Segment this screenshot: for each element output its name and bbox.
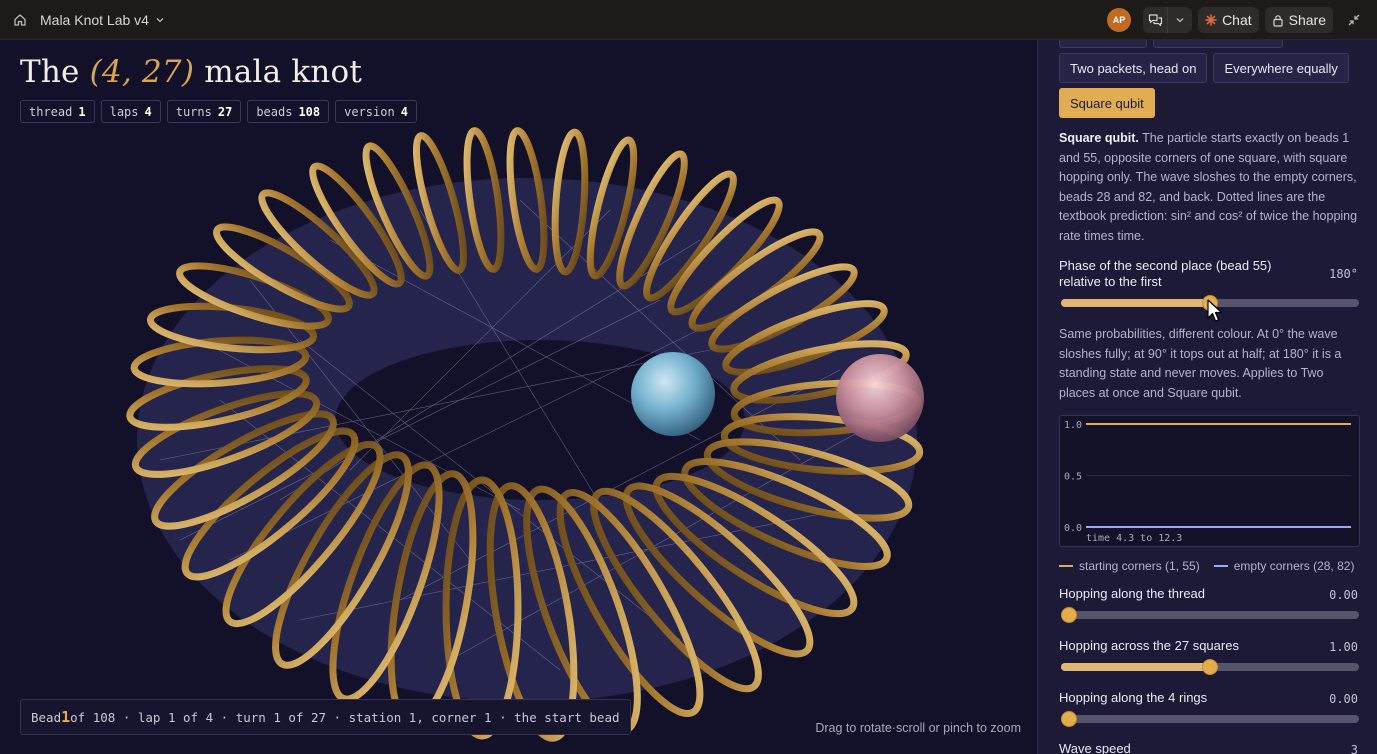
square-hopping-label: Hopping across the 27 squares <box>1059 638 1239 653</box>
thread-hopping-label: Hopping along the thread <box>1059 586 1206 601</box>
title-suffix: mala knot <box>204 54 362 90</box>
chart-y-tick-label: 0.0 <box>1064 523 1082 534</box>
avatar[interactable]: AP <box>1107 8 1132 32</box>
probability-chart-plot: 1.0 0.5 0.0 time 4.3 to 12.3 <box>1064 420 1351 544</box>
app-title: Mala Knot Lab v4 <box>40 11 149 28</box>
title-prefix: The <box>20 54 80 90</box>
status-prefix: Bead <box>31 709 62 725</box>
share-label: Share <box>1288 12 1326 28</box>
interaction-hint: Drag to rotate·scroll or pinch to zoom <box>815 721 1021 735</box>
ring-hopping-slider[interactable] <box>1061 711 1359 727</box>
mode-button-offscreen[interactable] <box>1153 40 1283 48</box>
lock-icon <box>1273 14 1283 27</box>
chart-legend: starting corners (1, 55) empty corners (… <box>1059 559 1354 573</box>
slider-fill <box>1061 299 1210 307</box>
chip-key: laps <box>109 104 139 119</box>
description-body: The particle starts exactly on beads 1 a… <box>1059 131 1358 243</box>
chart-y-tick-label: 1.0 <box>1064 420 1082 431</box>
chevron-down-icon[interactable] <box>1168 7 1192 33</box>
knot-3d-scene[interactable] <box>0 40 1037 754</box>
ring-hopping-label: Hopping along the 4 rings <box>1059 690 1208 705</box>
mode-button-offscreen[interactable] <box>1059 40 1147 48</box>
chip-value: 4 <box>144 104 152 119</box>
slider-fill <box>1061 663 1210 671</box>
chip-value: 27 <box>217 104 233 119</box>
slider-thumb[interactable] <box>1202 659 1218 675</box>
chart-y-tick-label: 0.5 <box>1064 472 1082 483</box>
mouse-cursor-icon <box>1207 299 1223 322</box>
conversations-menu[interactable] <box>1143 7 1193 33</box>
spark-icon <box>1205 14 1217 26</box>
title-params: (4, 27) <box>89 54 195 90</box>
legend-label: starting corners (1, 55) <box>1079 559 1200 573</box>
thread-hopping-value: 0.00 <box>1329 588 1358 602</box>
phase-slider-value: 180° <box>1329 267 1358 281</box>
chip-value: 1 <box>78 104 86 119</box>
parameter-chips: thread 1 laps 4 turns 27 beads 108 version 4 <box>20 100 417 123</box>
chip-key: version <box>344 104 395 119</box>
legend-swatch <box>1059 565 1073 567</box>
bead-1-marker[interactable] <box>631 352 715 436</box>
controls-panel[interactable]: Two packets, head on Everywhere equally … <box>1037 40 1377 754</box>
mode-button-everywhere-equally[interactable]: Everywhere equally <box>1213 53 1349 83</box>
phase-slider-label: Phase of the second place (bead 55) rela… <box>1059 258 1272 289</box>
probability-chart: 1.0 0.5 0.0 time 4.3 to 12.3 <box>1059 415 1360 547</box>
wave-speed-value: 3 <box>1350 743 1358 754</box>
chevron-down-icon <box>156 17 164 22</box>
mode-description: Square qubit. The particle starts exactl… <box>1059 129 1361 246</box>
bead-55-marker[interactable] <box>836 354 924 442</box>
mode-buttons-row: Two packets, head on Everywhere equally <box>1059 53 1349 83</box>
bead-status-bar: Bead 1 of 108 · lap 1 of 4 · turn 1 of 2… <box>20 699 631 735</box>
square-hopping-slider[interactable] <box>1061 659 1359 675</box>
collapse-icon[interactable] <box>1343 9 1365 31</box>
chip-beads: beads 108 <box>247 100 330 123</box>
chip-thread: thread 1 <box>20 100 95 123</box>
chip-key: beads <box>256 104 293 119</box>
description-title: Square qubit. <box>1059 131 1139 145</box>
phase-note: Same probabilities, different colour. At… <box>1059 327 1342 400</box>
slider-thumb[interactable] <box>1061 607 1077 623</box>
chat-label: Chat <box>1222 12 1252 28</box>
legend-swatch <box>1213 565 1228 567</box>
chip-key: thread <box>29 104 73 119</box>
chip-key: turns <box>175 104 212 119</box>
chart-x-caption: time 4.3 to 12.3 <box>1086 533 1182 544</box>
chip-value: 4 <box>400 104 408 119</box>
mode-button-two-packets[interactable]: Two packets, head on <box>1059 53 1208 83</box>
wave-speed-label: Wave speed <box>1059 741 1131 754</box>
mode-button-square-qubit[interactable]: Square qubit <box>1059 88 1155 118</box>
ring-hopping-value: 0.00 <box>1329 692 1358 706</box>
chip-value: 108 <box>298 104 321 119</box>
chat-bubbles-icon[interactable] <box>1143 7 1167 33</box>
share-button[interactable]: Share <box>1264 7 1333 33</box>
home-icon[interactable] <box>10 10 30 30</box>
square-hopping-value: 1.00 <box>1329 640 1358 654</box>
thread-hopping-slider[interactable] <box>1061 607 1359 623</box>
status-details: of 108 · lap 1 of 4 · turn 1 of 27 · sta… <box>70 709 620 725</box>
chip-version: version 4 <box>335 100 417 123</box>
slider-thumb[interactable] <box>1061 711 1077 727</box>
status-bead-number: 1 <box>61 708 71 726</box>
chat-button[interactable]: Chat <box>1198 7 1259 33</box>
legend-item-starting: starting corners (1, 55) <box>1059 559 1200 573</box>
app-title-menu[interactable]: Mala Knot Lab v4 <box>40 12 165 28</box>
mode-buttons-row-hidden <box>1059 40 1283 48</box>
top-bar: Mala Knot Lab v4 AP Chat Share <box>0 0 1377 40</box>
knot-viewport[interactable]: The (4, 27) mala knot thread 1 laps 4 turn… <box>0 40 1037 754</box>
mode-buttons-row-active: Square qubit <box>1059 88 1155 118</box>
chip-turns: turns 27 <box>166 100 242 123</box>
page-title: The (4, 27) mala knot <box>20 54 362 90</box>
chip-laps: laps 4 <box>100 100 161 123</box>
legend-label: empty corners (28, 82) <box>1233 559 1355 573</box>
legend-item-empty: empty corners (28, 82) <box>1213 559 1355 573</box>
